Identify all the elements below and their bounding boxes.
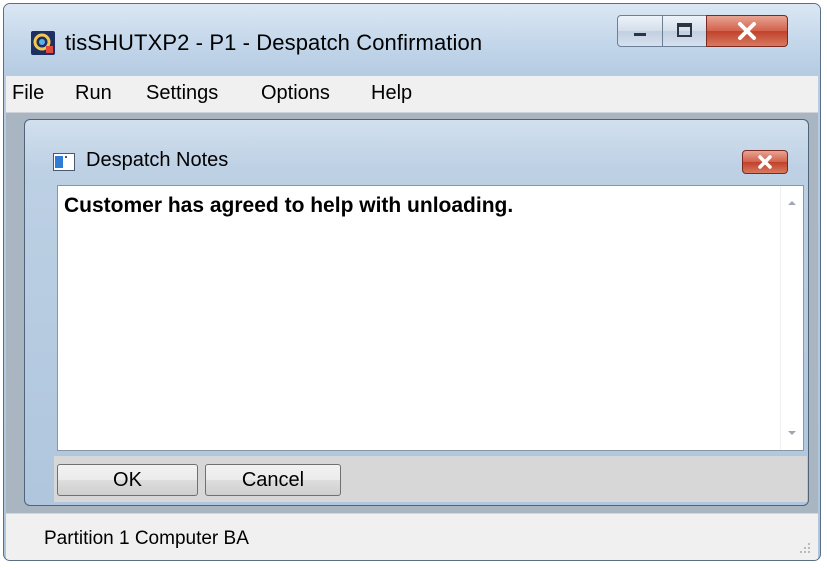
window-title: tisSHUTXP2 - P1 - Despatch Confirmation <box>65 30 483 55</box>
button-bar: OK Cancel <box>54 455 807 502</box>
close-button[interactable] <box>706 15 788 47</box>
menu-help[interactable]: Help <box>371 82 412 105</box>
close-icon <box>758 155 772 169</box>
cancel-button[interactable]: Cancel <box>205 464 341 496</box>
notes-textarea[interactable]: Customer has agreed to help with unloadi… <box>57 185 804 451</box>
menu-file[interactable]: File <box>12 82 44 105</box>
minimize-icon <box>634 33 646 36</box>
close-icon <box>738 22 756 40</box>
despatch-notes-dialog: Despatch Notes Customer has agreed to he… <box>24 119 809 506</box>
scroll-up-arrow-icon[interactable] <box>784 196 800 210</box>
ok-button[interactable]: OK <box>57 464 198 496</box>
status-text: Partition 1 Computer BA <box>44 528 249 549</box>
client-area: Despatch Notes Customer has agreed to he… <box>6 113 818 513</box>
status-bar: Partition 1 Computer BA <box>6 513 818 560</box>
minimize-button[interactable] <box>617 15 663 47</box>
notes-window-icon <box>53 153 75 171</box>
resize-grip-icon[interactable] <box>798 541 812 555</box>
vertical-scrollbar[interactable] <box>780 186 803 450</box>
maximize-button[interactable] <box>662 15 707 47</box>
menu-settings[interactable]: Settings <box>146 82 218 105</box>
dialog-title: Despatch Notes <box>86 149 229 171</box>
menu-options[interactable]: Options <box>261 82 330 105</box>
scroll-down-arrow-icon[interactable] <box>784 426 800 440</box>
dialog-close-button[interactable] <box>742 150 788 174</box>
notes-text[interactable]: Customer has agreed to help with unloadi… <box>64 194 513 218</box>
maximize-icon <box>677 23 692 37</box>
menu-run[interactable]: Run <box>75 82 112 105</box>
app-icon <box>31 31 55 55</box>
menu-bar: File Run Settings Options Help <box>6 76 818 113</box>
title-bar[interactable]: tisSHUTXP2 - P1 - Despatch Confirmation <box>4 4 820 76</box>
main-window: tisSHUTXP2 - P1 - Despatch Confirmation … <box>3 3 821 561</box>
